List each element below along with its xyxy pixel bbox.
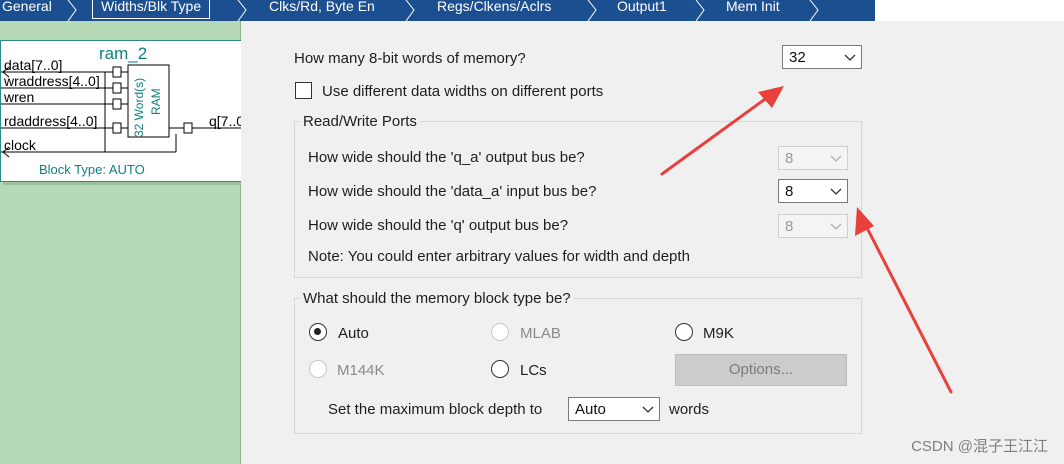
csdn-watermark: CSDN @混子王江江 <box>911 438 1048 455</box>
arrow-to-width-selects <box>855 207 953 394</box>
arrow-to-words-select <box>660 86 784 176</box>
annotation-arrows <box>660 86 953 394</box>
